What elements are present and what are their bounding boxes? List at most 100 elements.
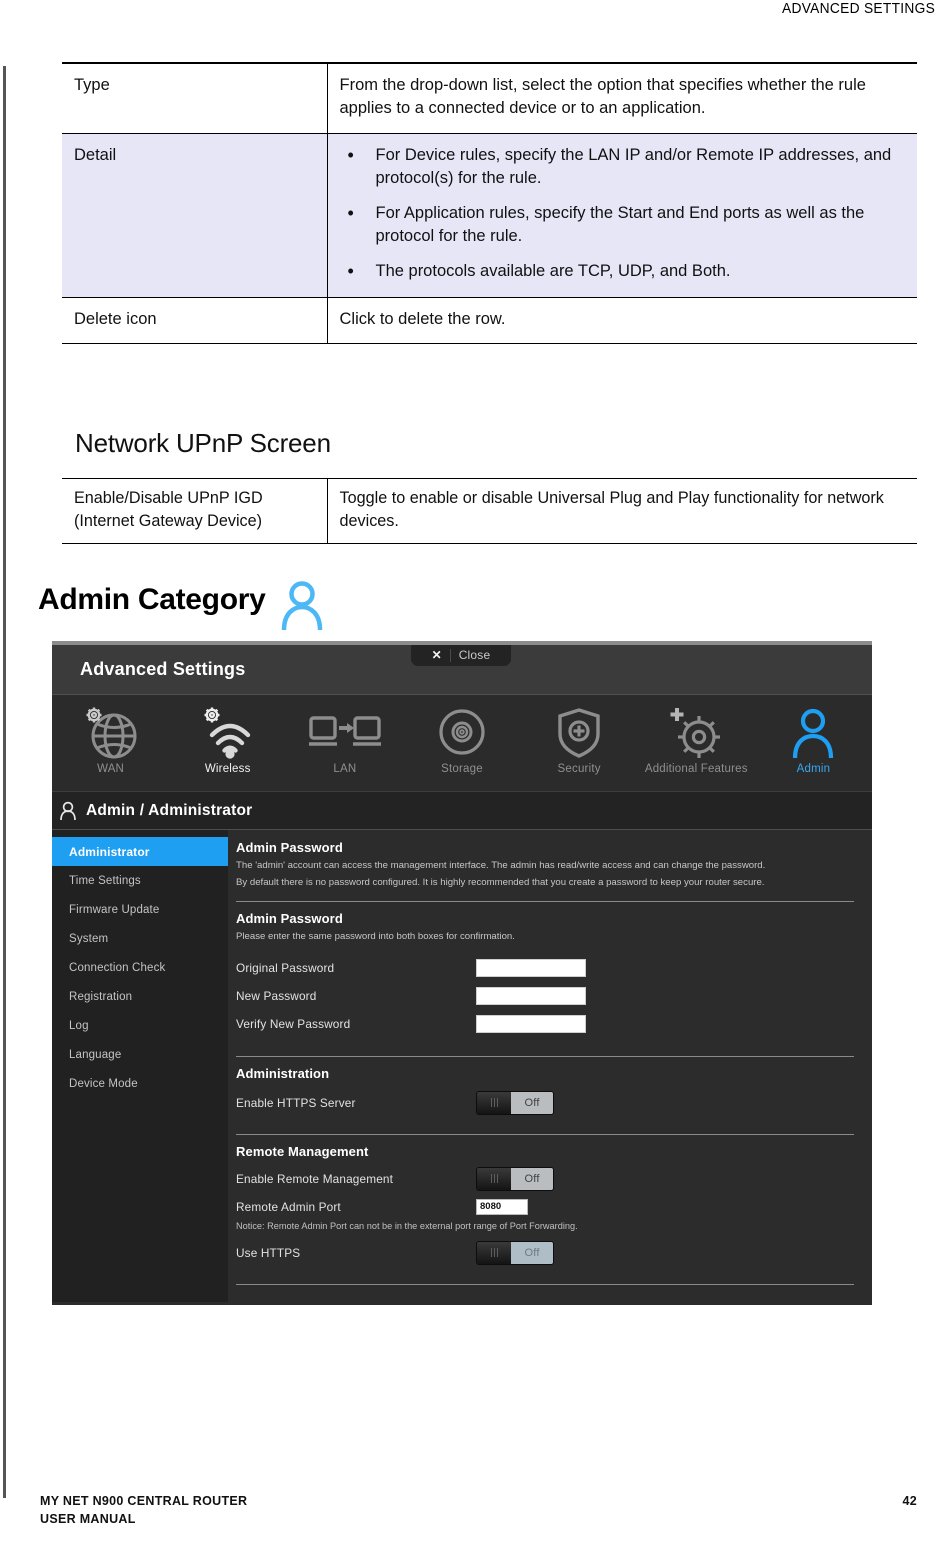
- sidebar-item-administrator[interactable]: Administrator: [52, 837, 242, 866]
- enable-remote-management-toggle[interactable]: Off: [476, 1166, 554, 1191]
- shield-plus-icon: [552, 703, 606, 763]
- router-window-titlebar: Advanced Settings ✕ Close: [52, 645, 872, 695]
- field-label: Remote Admin Port: [236, 1199, 341, 1214]
- field-use-https: Use HTTPS Off: [236, 1238, 854, 1268]
- row-label: Type: [62, 61, 327, 134]
- row-description: Click to delete the row.: [326, 296, 917, 345]
- table-row: Enable/Disable UPnP IGD (Internet Gatewa…: [62, 478, 917, 544]
- admin-password-intro-line1: The 'admin' account can access the manag…: [236, 860, 766, 871]
- sidebar-item-label: Administrator: [69, 844, 150, 859]
- sidebar-item-connection-check[interactable]: Connection Check: [52, 953, 228, 982]
- toggle-state-label: Off: [511, 1241, 553, 1264]
- section-divider: [236, 1283, 854, 1285]
- enable-https-server-toggle[interactable]: Off: [476, 1090, 554, 1115]
- sidebar-item-label: Log: [69, 1019, 89, 1032]
- admin-password-intro-line2: By default there is no password configur…: [236, 876, 765, 888]
- bullet-item: The protocols available are TCP, UDP, an…: [340, 259, 908, 285]
- page-footer: MY NET N900 CENTRAL ROUTER 42 USER MANUA…: [40, 1492, 917, 1528]
- remote-admin-port-input[interactable]: 8080: [476, 1198, 528, 1215]
- nav-item-label: Additional Features: [644, 763, 748, 775]
- gear-plus-icon: [663, 703, 729, 763]
- new-password-input[interactable]: [476, 986, 586, 1005]
- person-icon: [788, 703, 838, 763]
- section-divider: [236, 1055, 854, 1057]
- administration-heading: Administration: [236, 1065, 330, 1081]
- row-description: For Device rules, specify the LAN IP and…: [326, 132, 917, 298]
- nav-item-label: Storage: [441, 763, 483, 775]
- admin-password-form-heading: Admin Password: [236, 910, 343, 926]
- sidebar-item-registration[interactable]: Registration: [52, 982, 228, 1011]
- upnp-description-table: Enable/Disable UPnP IGD (Internet Gatewa…: [62, 478, 917, 544]
- router-category-nav: WAN Wireless LAN Storage Security Additi…: [52, 695, 872, 792]
- field-label: Use HTTPS: [236, 1245, 301, 1260]
- original-password-input[interactable]: [476, 958, 586, 977]
- footer-product-name: MY NET N900 CENTRAL ROUTER: [40, 1493, 248, 1508]
- close-button[interactable]: ✕ Close: [411, 645, 511, 666]
- close-x-icon: ✕: [431, 648, 442, 662]
- router-body: Administrator Time Settings Firmware Upd…: [52, 830, 872, 1302]
- router-content-pane: Admin Password The 'admin' account can a…: [228, 830, 872, 1302]
- sidebar-item-label: Device Mode: [69, 1077, 138, 1090]
- nav-item-label: Admin: [796, 763, 831, 775]
- table-row: Type From the drop-down list, select the…: [62, 61, 917, 134]
- field-original-password: Original Password: [236, 954, 854, 982]
- sidebar-item-language[interactable]: Language: [52, 1040, 228, 1069]
- sidebar-item-time-settings[interactable]: Time Settings: [52, 866, 228, 895]
- bullet-item: For Device rules, specify the LAN IP and…: [340, 143, 908, 191]
- field-new-password: New Password: [236, 982, 854, 1010]
- verify-new-password-input[interactable]: [476, 1014, 586, 1033]
- breadcrumb: Admin / Administrator: [52, 792, 872, 830]
- row-label: Detail: [62, 132, 327, 298]
- admin-category-heading: Admin Category: [38, 575, 326, 631]
- footer-doc-type: USER MANUAL: [40, 1511, 136, 1526]
- sidebar-item-firmware-update[interactable]: Firmware Update: [52, 895, 228, 924]
- nav-item-lan[interactable]: LAN: [286, 703, 403, 775]
- row-label: Delete icon: [62, 296, 327, 345]
- nav-item-label: Wireless: [204, 763, 251, 775]
- disc-icon: [433, 703, 491, 763]
- nav-item-label: WAN: [97, 763, 125, 775]
- globe-gear-icon: [80, 703, 142, 763]
- nav-item-label: LAN: [333, 763, 357, 775]
- admin-password-form-subtext: Please enter the same password into both…: [236, 930, 515, 942]
- field-label: New Password: [236, 988, 317, 1003]
- row-description: From the drop-down list, select the opti…: [326, 61, 917, 134]
- sidebar-item-label: Connection Check: [69, 961, 166, 974]
- sidebar-item-system[interactable]: System: [52, 924, 228, 953]
- left-margin-rule: [3, 66, 6, 1498]
- row-description: Toggle to enable or disable Universal Pl…: [326, 478, 917, 544]
- close-button-label: Close: [458, 648, 491, 662]
- sidebar-item-log[interactable]: Log: [52, 1011, 228, 1040]
- bullet-list: For Device rules, specify the LAN IP and…: [340, 143, 908, 285]
- person-icon: [278, 580, 326, 631]
- person-icon: [58, 800, 78, 822]
- nav-item-security[interactable]: Security: [521, 703, 638, 775]
- bullet-item: For Application rules, specify the Start…: [340, 201, 908, 249]
- nav-item-label: Security: [557, 763, 601, 775]
- router-sidebar: Administrator Time Settings Firmware Upd…: [52, 830, 242, 1302]
- sidebar-item-label: Time Settings: [69, 874, 141, 887]
- sidebar-item-label: Registration: [69, 990, 133, 1003]
- nav-item-wireless[interactable]: Wireless: [169, 703, 286, 775]
- use-https-toggle[interactable]: Off: [476, 1240, 554, 1265]
- sidebar-item-device-mode[interactable]: Device Mode: [52, 1069, 228, 1098]
- nav-item-wan[interactable]: WAN: [52, 703, 169, 775]
- nav-item-additional-features[interactable]: Additional Features: [638, 703, 755, 775]
- wifi-gear-icon: [197, 703, 259, 763]
- toggle-state-label: Off: [511, 1091, 553, 1114]
- remote-management-heading: Remote Management: [236, 1143, 369, 1159]
- breadcrumb-text: Admin / Administrator: [86, 801, 253, 819]
- toggle-knob: [477, 1241, 512, 1264]
- table-row: Delete icon Click to delete the row.: [62, 296, 917, 345]
- close-divider: [449, 648, 451, 662]
- nav-item-storage[interactable]: Storage: [403, 703, 520, 775]
- toggle-knob: [477, 1167, 512, 1190]
- field-remote-admin-port: Remote Admin Port 8080: [236, 1194, 854, 1220]
- field-label: Enable Remote Management: [236, 1171, 394, 1186]
- nav-item-admin[interactable]: Admin: [755, 703, 872, 775]
- remote-admin-port-notice: Notice: Remote Admin Port can not be in …: [236, 1220, 578, 1231]
- toggle-knob: [477, 1091, 512, 1114]
- lan-devices-icon: [306, 703, 384, 763]
- admin-password-intro-heading: Admin Password: [236, 840, 343, 855]
- page-header: ADVANCED SETTINGS: [0, 0, 939, 26]
